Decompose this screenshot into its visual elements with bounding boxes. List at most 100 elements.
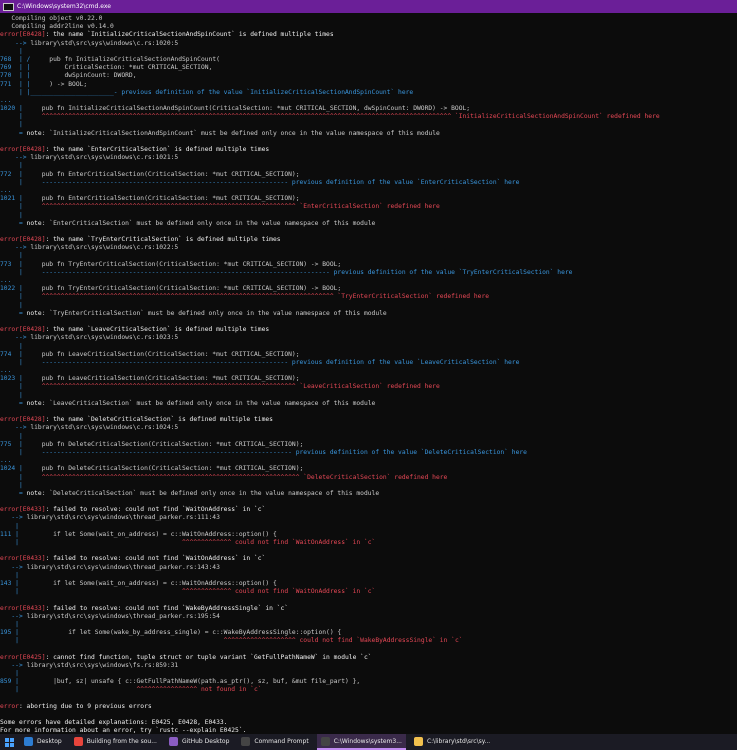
console-text: error[E0425] — [0, 653, 46, 661]
console-text: 771 | | — [0, 80, 31, 88]
taskbar-item[interactable]: Desktop — [20, 734, 66, 750]
console-line: 770 | | dwSpinCount: DWORD, — [0, 72, 737, 80]
console-text: 770 | | — [0, 72, 31, 80]
console-text: For more information about an error, try… — [0, 727, 247, 734]
console-text: : aborting due to 9 previous errors — [18, 702, 152, 710]
console-text: | --------------------------------------… — [0, 268, 573, 276]
console-text: --> — [0, 661, 27, 669]
console-text: ^^^^^^^^^^^^^ could not find `WaitOnAddr… — [18, 539, 376, 546]
console-text: ... — [0, 367, 12, 375]
console-text: | — [0, 571, 19, 579]
console-line: | — [0, 572, 737, 580]
terminal-icon — [241, 736, 251, 746]
console-text: 774 | — [0, 350, 23, 358]
console-text: | — [0, 620, 19, 628]
taskbar-item-label: Building from the sou... — [86, 737, 157, 745]
console-text: 195 | — [0, 629, 19, 637]
console-line: | — [0, 302, 737, 310]
console-text: library\std\src\sys\windows\c.rs:1021:5 — [30, 154, 179, 162]
console-line: | ^^^^^^^^^^^^^^^^^^^^^^^^^^^^^^^^^^^^^^… — [0, 293, 737, 301]
console-text: 859 | — [0, 678, 19, 686]
console-line: | ^^^^^^^^^^^^^^^^^^^^^^^^^^^^^^^^^^^^^^… — [0, 474, 737, 482]
console-line: ... — [0, 97, 737, 105]
console-text: : the name `EnterCriticalSection` is def… — [45, 146, 270, 153]
console-line: --> library\std\src\sys\windows\fs.rs:85… — [0, 662, 737, 670]
console-line: 769 | | CriticalSection: *mut CRITICAL_S… — [0, 64, 737, 72]
console-line: --> library\std\src\sys\windows\thread_p… — [0, 613, 737, 621]
console-text: error[E0428] — [0, 146, 46, 153]
taskbar-item[interactable]: Command Prompt — [237, 734, 312, 750]
console-text: = — [0, 489, 27, 497]
console-text: 1022 | — [0, 285, 23, 293]
console-text: = — [0, 399, 27, 407]
console-text: 775 | — [0, 440, 23, 448]
console-text: ^^^^^^^^^^^^^^^^^^^^^^^^^^^^^^^^^^^^^^^^… — [22, 383, 440, 391]
console-text: | — [0, 432, 23, 440]
console-text: library\std\src\sys\windows\fs.rs:859:31 — [26, 661, 179, 669]
console-line: error[E0428]: the name `TryEnterCritical… — [0, 236, 737, 244]
console-line: --> library\std\src\sys\windows\c.rs:102… — [0, 334, 737, 342]
console-text: --> — [0, 514, 27, 522]
taskbar-item-label: Desktop — [37, 737, 62, 745]
console-line: = note: `EnterCriticalSection` must be d… — [0, 220, 737, 228]
console-text: 1024 | — [0, 465, 23, 473]
window-title: C:\Windows\system32\cmd.exe — [17, 3, 111, 10]
taskbar-item[interactable]: Building from the sou... — [70, 734, 161, 750]
console-line: | --------------------------------------… — [0, 179, 737, 187]
console-text: : `TryEnterCriticalSection` must be defi… — [41, 309, 387, 317]
console-text: if let Some(wake_by_address_single) = c:… — [18, 629, 342, 637]
console-line: ... — [0, 367, 737, 375]
console-line: Compiling object v0.22.0 — [0, 15, 737, 23]
console-text: | — [0, 383, 23, 391]
taskbar-item-label: Command Prompt — [254, 737, 309, 745]
console-text: 773 | — [0, 260, 23, 268]
console-text: pub fn TryEnterCriticalSection(CriticalS… — [22, 260, 342, 268]
console-line: | |______________________- previous defi… — [0, 89, 737, 97]
console-line: | — [0, 252, 737, 260]
console-line: | ^^^^^^^^^^^^^^^^ not found in `c` — [0, 686, 737, 694]
console-line: error[E0428]: the name `InitializeCritic… — [0, 31, 737, 39]
console-text: 143 | — [0, 579, 19, 587]
console-line: | ^^^^^^^^^^^^^^^^^^^ could not find `Wa… — [0, 637, 737, 645]
console-text: ^^^^^^^^^^^^^^^^^^^ could not find `Wake… — [18, 637, 463, 645]
taskbar-item[interactable]: GitHub Desktop — [165, 734, 233, 750]
console-text: error[E0428] — [0, 416, 46, 424]
console-text: : `LeaveCriticalSection` must be defined… — [41, 399, 376, 407]
console-output[interactable]: Compiling object v0.22.0 Compiling addr2… — [0, 13, 737, 734]
console-text: ^^^^^^^^^^^^^^^^^^^^^^^^^^^^^^^^^^^^^^^^… — [22, 113, 660, 121]
console-text: error[E0433] — [0, 506, 46, 514]
console-text: pub fn DeleteCriticalSection(CriticalSec… — [22, 465, 304, 473]
console-text: note — [26, 399, 42, 407]
console-text: ^^^^^^^^^^^^^^^^^^^^^^^^^^^^^^^^^^^^^^^^… — [22, 473, 448, 481]
window-titlebar[interactable]: C:\Windows\system32\cmd.exe — [0, 0, 737, 13]
console-text: : failed to resolve: could not find `Wak… — [45, 604, 289, 612]
taskbar-item[interactable]: C:\library\std\src\sy... — [410, 734, 494, 750]
console-text: | — [0, 473, 23, 481]
console-text: ^^^^^^^^^^^^^^^^ not found in `c` — [18, 686, 262, 694]
console-line: | — [0, 343, 737, 351]
console-text: | --------------------------------------… — [0, 358, 520, 366]
console-line: | ^^^^^^^^^^^^^ could not find `WaitOnAd… — [0, 588, 737, 596]
console-line: --> library\std\src\sys\windows\thread_p… — [0, 564, 737, 572]
console-text: error — [0, 702, 19, 710]
console-line: ... — [0, 457, 737, 465]
console-text: ^^^^^^^^^^^^^^^^^^^^^^^^^^^^^^^^^^^^^^^^… — [22, 203, 440, 211]
console-line: error[E0425]: cannot find function, tupl… — [0, 654, 737, 662]
console-text: ^^^^^^^^^^^^^^^^^^^^^^^^^^^^^^^^^^^^^^^^… — [22, 293, 490, 301]
start-button[interactable] — [2, 734, 16, 750]
console-line: 774 | pub fn LeaveCriticalSection(Critic… — [0, 351, 737, 359]
console-text: --> — [0, 563, 27, 571]
console-text: ... — [0, 457, 12, 465]
console-line: 143 | if let Some(wait_on_address) = c::… — [0, 580, 737, 588]
console-line: | — [0, 48, 737, 56]
taskbar-item[interactable]: C:\Windows\system3... — [316, 734, 406, 750]
console-line: | ^^^^^^^^^^^^^^^^^^^^^^^^^^^^^^^^^^^^^^… — [0, 113, 737, 121]
console-line: | --------------------------------------… — [0, 269, 737, 277]
console-line: error[E0433]: failed to resolve: could n… — [0, 555, 737, 563]
console-text: | — [0, 522, 19, 530]
desktop-icon — [24, 736, 33, 746]
